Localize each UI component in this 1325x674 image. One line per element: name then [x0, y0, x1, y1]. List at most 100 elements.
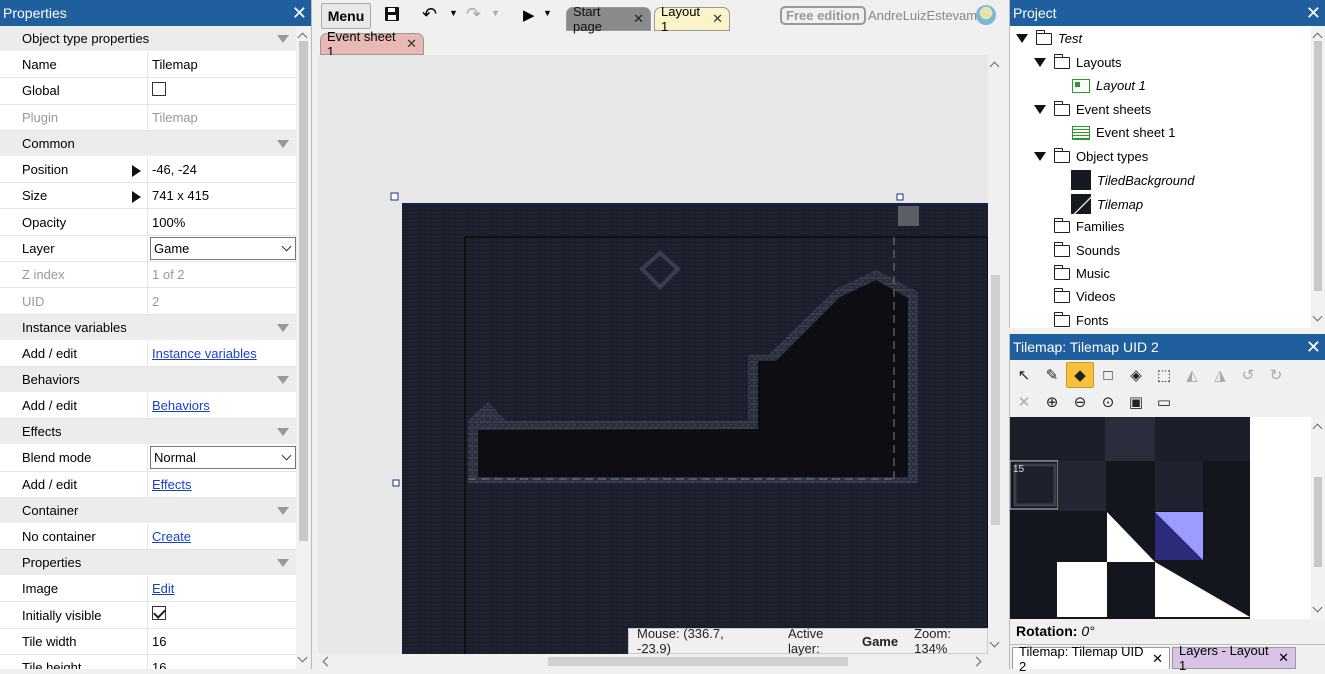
tile-height-field[interactable]: 16: [148, 655, 297, 669]
rotate-cw-icon[interactable]: ↻: [1262, 362, 1290, 388]
initially-visible-checkbox[interactable]: [152, 606, 166, 621]
close-icon[interactable]: ✕: [406, 36, 417, 52]
scroll-thumb[interactable]: [548, 657, 848, 666]
opacity-field[interactable]: 100%: [148, 209, 297, 234]
menu-button[interactable]: Menu: [321, 3, 371, 29]
scroll-right-icon[interactable]: [971, 656, 982, 667]
position-field[interactable]: -46, -24: [148, 157, 297, 182]
tab-start-page[interactable]: Start page ✕: [566, 4, 651, 34]
size-field[interactable]: 741 x 415: [148, 183, 297, 208]
global-checkbox[interactable]: [152, 81, 166, 96]
scroll-thumb[interactable]: [299, 41, 308, 541]
tab-tilemap[interactable]: Tilemap: Tilemap UID 2 ✕: [1012, 644, 1170, 674]
tree-object-types[interactable]: Object types: [1034, 147, 1148, 164]
close-icon[interactable]: ✕: [1306, 338, 1321, 356]
undo-dropdown-icon[interactable]: ▼: [449, 8, 458, 18]
blend-mode-select[interactable]: Normal: [150, 446, 296, 470]
tree-event-sheet-1[interactable]: Event sheet 1: [1072, 125, 1176, 140]
tileset-preview[interactable]: 15: [1010, 417, 1312, 619]
properties-scrollbar[interactable]: [296, 26, 311, 669]
pencil-tool-icon[interactable]: ✎: [1038, 362, 1066, 388]
eraser-tool-icon[interactable]: ◆: [1066, 362, 1094, 388]
collapse-icon[interactable]: [277, 428, 289, 437]
edition-badge[interactable]: Free edition: [780, 6, 866, 25]
section-object-type[interactable]: Object type properties: [0, 26, 297, 52]
tab-layout-1[interactable]: Layout 1 ✕: [654, 4, 730, 34]
behaviors-link[interactable]: Behaviors: [152, 398, 210, 413]
tree-layout-1[interactable]: Layout 1: [1072, 78, 1146, 93]
tile-width-field[interactable]: 16: [148, 629, 297, 654]
scroll-up-icon[interactable]: [1312, 423, 1323, 434]
expand-triangle-icon[interactable]: [1034, 105, 1046, 114]
fill-tool-icon[interactable]: ◈: [1122, 362, 1150, 388]
play-icon[interactable]: ▶: [523, 6, 535, 24]
collapse-icon[interactable]: [277, 559, 289, 568]
tree-root[interactable]: Test: [1016, 29, 1082, 46]
save-icon[interactable]: ▣: [1122, 389, 1150, 415]
effects-link[interactable]: Effects: [152, 477, 192, 492]
section-behaviors[interactable]: Behaviors: [0, 366, 297, 393]
create-container-link[interactable]: Create: [152, 529, 191, 544]
redo-dropdown-icon[interactable]: ▼: [491, 8, 500, 18]
scroll-down-icon[interactable]: [989, 637, 1000, 648]
tree-sounds[interactable]: Sounds: [1053, 241, 1120, 258]
expand-triangle-icon[interactable]: [1016, 34, 1028, 43]
close-icon[interactable]: ✕: [1306, 4, 1321, 22]
collapse-icon[interactable]: [277, 323, 289, 332]
scroll-up-icon[interactable]: [989, 61, 1000, 72]
tree-layouts[interactable]: Layouts: [1034, 53, 1122, 70]
collapse-icon[interactable]: [277, 506, 289, 515]
layout-canvas[interactable]: [318, 55, 988, 654]
save-icon[interactable]: [384, 6, 400, 27]
scroll-down-icon[interactable]: [297, 652, 308, 663]
scroll-down-icon[interactable]: [1312, 602, 1323, 613]
rectangle-tool-icon[interactable]: □: [1094, 362, 1122, 388]
tree-families[interactable]: Families: [1053, 217, 1124, 234]
section-container[interactable]: Container: [0, 497, 297, 524]
clear-icon[interactable]: ✕: [1010, 389, 1038, 415]
tree-obj-tiledbackground[interactable]: TiledBackground: [1071, 170, 1194, 190]
close-icon[interactable]: ✕: [1278, 650, 1289, 666]
tab-event-sheet-1[interactable]: Event sheet 1 ✕: [320, 29, 424, 59]
layout-view[interactable]: [318, 55, 988, 654]
layer-select[interactable]: Game: [150, 236, 296, 260]
rotate-ccw-icon[interactable]: ↺: [1234, 362, 1262, 388]
project-scrollbar[interactable]: [1311, 26, 1325, 328]
selection-tool-icon[interactable]: ⬚: [1150, 362, 1178, 388]
scroll-thumb[interactable]: [991, 275, 1000, 525]
tree-obj-tilemap[interactable]: Tilemap: [1071, 194, 1143, 214]
collapse-icon[interactable]: [277, 35, 289, 43]
expand-icon[interactable]: [132, 191, 141, 204]
scroll-down-icon[interactable]: [1312, 311, 1323, 322]
close-icon[interactable]: ✕: [1152, 651, 1163, 667]
avatar[interactable]: [976, 5, 996, 25]
tab-layers[interactable]: Layers - Layout 1 ✕: [1172, 643, 1296, 673]
close-icon[interactable]: ✕: [633, 11, 644, 27]
zoom-in-icon[interactable]: ⊕: [1038, 389, 1066, 415]
scroll-left-icon[interactable]: [322, 656, 333, 667]
pointer-tool-icon[interactable]: ↖: [1010, 362, 1038, 388]
scroll-thumb[interactable]: [1314, 477, 1322, 567]
section-common[interactable]: Common: [0, 130, 297, 157]
tileset-scrollbar[interactable]: [1311, 417, 1325, 619]
zoom-reset-icon[interactable]: ⊙: [1094, 389, 1122, 415]
tree-event-sheets[interactable]: Event sheets: [1034, 100, 1151, 117]
tree-fonts[interactable]: Fonts: [1053, 311, 1109, 328]
section-effects[interactable]: Effects: [0, 419, 297, 446]
close-icon[interactable]: ✕: [292, 4, 307, 22]
tree-music[interactable]: Music: [1053, 264, 1110, 281]
redo-icon[interactable]: ↷: [466, 4, 481, 25]
zoom-out-icon[interactable]: ⊖: [1066, 389, 1094, 415]
mirror-icon[interactable]: ◭: [1178, 362, 1206, 388]
play-dropdown-icon[interactable]: ▼: [543, 8, 552, 18]
scroll-thumb[interactable]: [1314, 41, 1322, 291]
layout-vertical-scrollbar[interactable]: [988, 55, 1002, 654]
edit-image-link[interactable]: Edit: [152, 581, 174, 596]
name-field[interactable]: Tilemap: [148, 52, 297, 77]
close-icon[interactable]: ✕: [712, 11, 723, 27]
expand-icon[interactable]: [132, 164, 141, 177]
open-folder-icon[interactable]: ▭: [1150, 389, 1178, 415]
section-properties[interactable]: Properties: [0, 550, 297, 577]
instance-variables-link[interactable]: Instance variables: [152, 346, 257, 361]
undo-icon[interactable]: ↶: [422, 4, 437, 25]
